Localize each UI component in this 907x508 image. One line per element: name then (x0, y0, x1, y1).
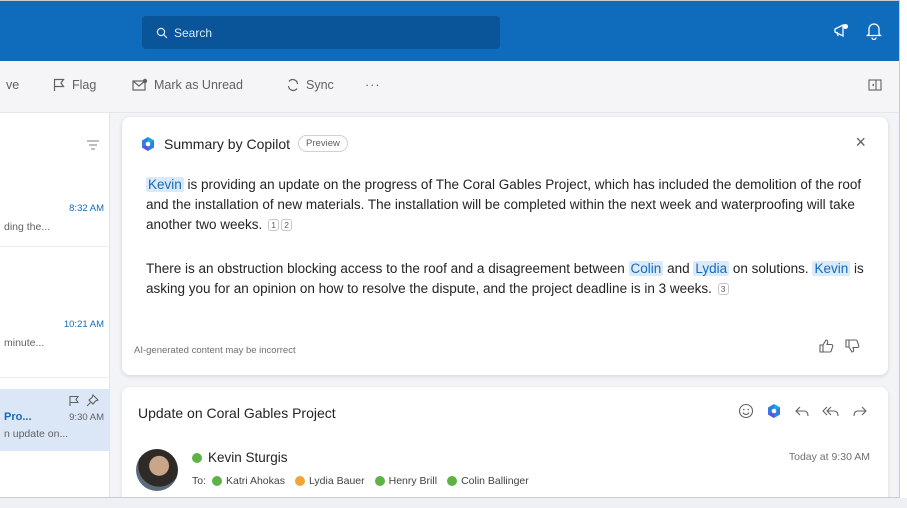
presence-available-icon (374, 476, 385, 486)
sender-line: Kevin Sturgis (192, 450, 288, 465)
citation-ref[interactable]: 3 (717, 283, 729, 295)
list-item-time: 10:21 AM (63, 319, 104, 330)
flag-label: Flag (72, 78, 97, 92)
mark-unread-label: Mark as Unread (154, 78, 243, 92)
preview-badge: Preview (298, 135, 348, 152)
presence-away-icon (294, 476, 305, 486)
summary-paragraph-1: Kevin is providing an update on the prog… (146, 175, 868, 235)
person-mention[interactable]: Kevin (812, 261, 851, 276)
flag-button[interactable]: Flag (52, 78, 96, 92)
copilot-icon[interactable] (766, 403, 782, 419)
recipient[interactable]: Lydia Bauer (294, 475, 365, 487)
email-subject: Update on Coral Gables Project (138, 405, 336, 421)
message-list: 8:32 AM ding the... 10:21 AM minute... P… (0, 113, 110, 497)
search-box[interactable]: Search (142, 16, 500, 49)
panel-icon (868, 79, 882, 91)
envelope-icon (132, 78, 148, 91)
person-mention[interactable]: Kevin (146, 177, 184, 192)
divider (0, 377, 110, 378)
forward-icon[interactable] (852, 403, 868, 419)
recipient[interactable]: Colin Ballinger (447, 475, 529, 487)
megaphone-icon[interactable] (832, 22, 850, 40)
pin-icon[interactable] (86, 394, 99, 407)
recipient-name: Katri Ahokas (226, 475, 285, 487)
thumbs-down-icon[interactable] (844, 338, 860, 354)
summary-text: on solutions. (729, 261, 813, 276)
sync-label: Sync (306, 78, 334, 92)
recipient-name: Henry Brill (388, 475, 438, 487)
sync-icon (287, 78, 299, 92)
filter-icon[interactable] (86, 139, 100, 151)
archive-button-partial[interactable]: ve (6, 78, 19, 92)
list-item-time: 8:32 AM (69, 203, 104, 214)
copilot-summary-card: Summary by Copilot Preview × Kevin is pr… (122, 117, 888, 375)
list-item-preview: n update on... (4, 428, 69, 440)
email-timestamp: Today at 9:30 AM (788, 451, 870, 463)
more-label: ··· (365, 78, 381, 92)
flag-icon (53, 78, 65, 91)
close-icon[interactable]: × (855, 133, 866, 151)
command-toolbar: ve Flag Mark as Unread Sync ··· (0, 61, 899, 113)
reply-all-icon[interactable] (822, 403, 840, 419)
recipient[interactable]: Henry Brill (374, 475, 438, 487)
reading-pane-toggle[interactable] (868, 78, 882, 92)
recipient[interactable]: Katri Ahokas (212, 475, 285, 487)
search-icon (156, 27, 168, 38)
summary-text: There is an obstruction blocking access … (146, 261, 629, 276)
ai-disclaimer: AI-generated content may be incorrect (134, 345, 296, 356)
more-options-button[interactable]: ··· (365, 78, 381, 92)
copilot-icon (142, 136, 154, 151)
sync-button[interactable]: Sync (286, 78, 334, 92)
recipient-name: Lydia Bauer (308, 475, 365, 487)
emoji-icon[interactable] (738, 403, 754, 419)
sender-name[interactable]: Kevin Sturgis (208, 450, 288, 465)
flag-icon[interactable] (68, 395, 80, 407)
citation-ref[interactable]: 1 (268, 219, 280, 231)
list-item-preview: minute... (4, 337, 45, 349)
thumbs-up-icon[interactable] (818, 338, 834, 354)
summary-text: and (663, 261, 694, 276)
avatar[interactable] (136, 449, 178, 491)
page-margin (0, 498, 907, 508)
person-mention[interactable]: Colin (628, 261, 664, 276)
outlook-window: Search ve Flag Mark as Unread Sync ··· 8… (0, 0, 900, 498)
bell-icon[interactable] (866, 22, 882, 40)
summary-text: is providing an update on the progress o… (146, 177, 862, 232)
summary-paragraph-2: There is an obstruction blocking access … (146, 259, 868, 299)
top-bar: Search (0, 1, 899, 61)
search-placeholder: Search (174, 25, 213, 40)
mark-unread-button[interactable]: Mark as Unread (132, 78, 243, 92)
reply-icon[interactable] (794, 403, 810, 419)
list-item-time: 9:30 AM (69, 412, 104, 423)
list-item-selected[interactable]: Pro... 9:30 AM n update on... (0, 389, 110, 451)
presence-available-icon (192, 452, 202, 463)
to-label: To: (192, 475, 207, 487)
list-item-sender: Pro... (4, 411, 32, 423)
presence-available-icon (212, 476, 223, 486)
presence-available-icon (447, 476, 458, 486)
person-mention[interactable]: Lydia (693, 261, 730, 276)
copilot-title: Summary by Copilot (164, 135, 291, 152)
recipient-name: Colin Ballinger (461, 475, 529, 487)
recipients-line: To: Katri Ahokas Lydia Bauer Henry Brill… (192, 475, 533, 487)
list-item[interactable]: 8:32 AM ding the... (0, 173, 110, 247)
email-reading-pane: Update on Coral Gables Project Kevin Stu… (122, 387, 888, 497)
list-item-preview: ding the... (4, 221, 51, 233)
list-item[interactable]: 10:21 AM minute... (0, 247, 110, 377)
archive-label: ve (6, 78, 20, 92)
citation-ref[interactable]: 2 (281, 219, 293, 231)
